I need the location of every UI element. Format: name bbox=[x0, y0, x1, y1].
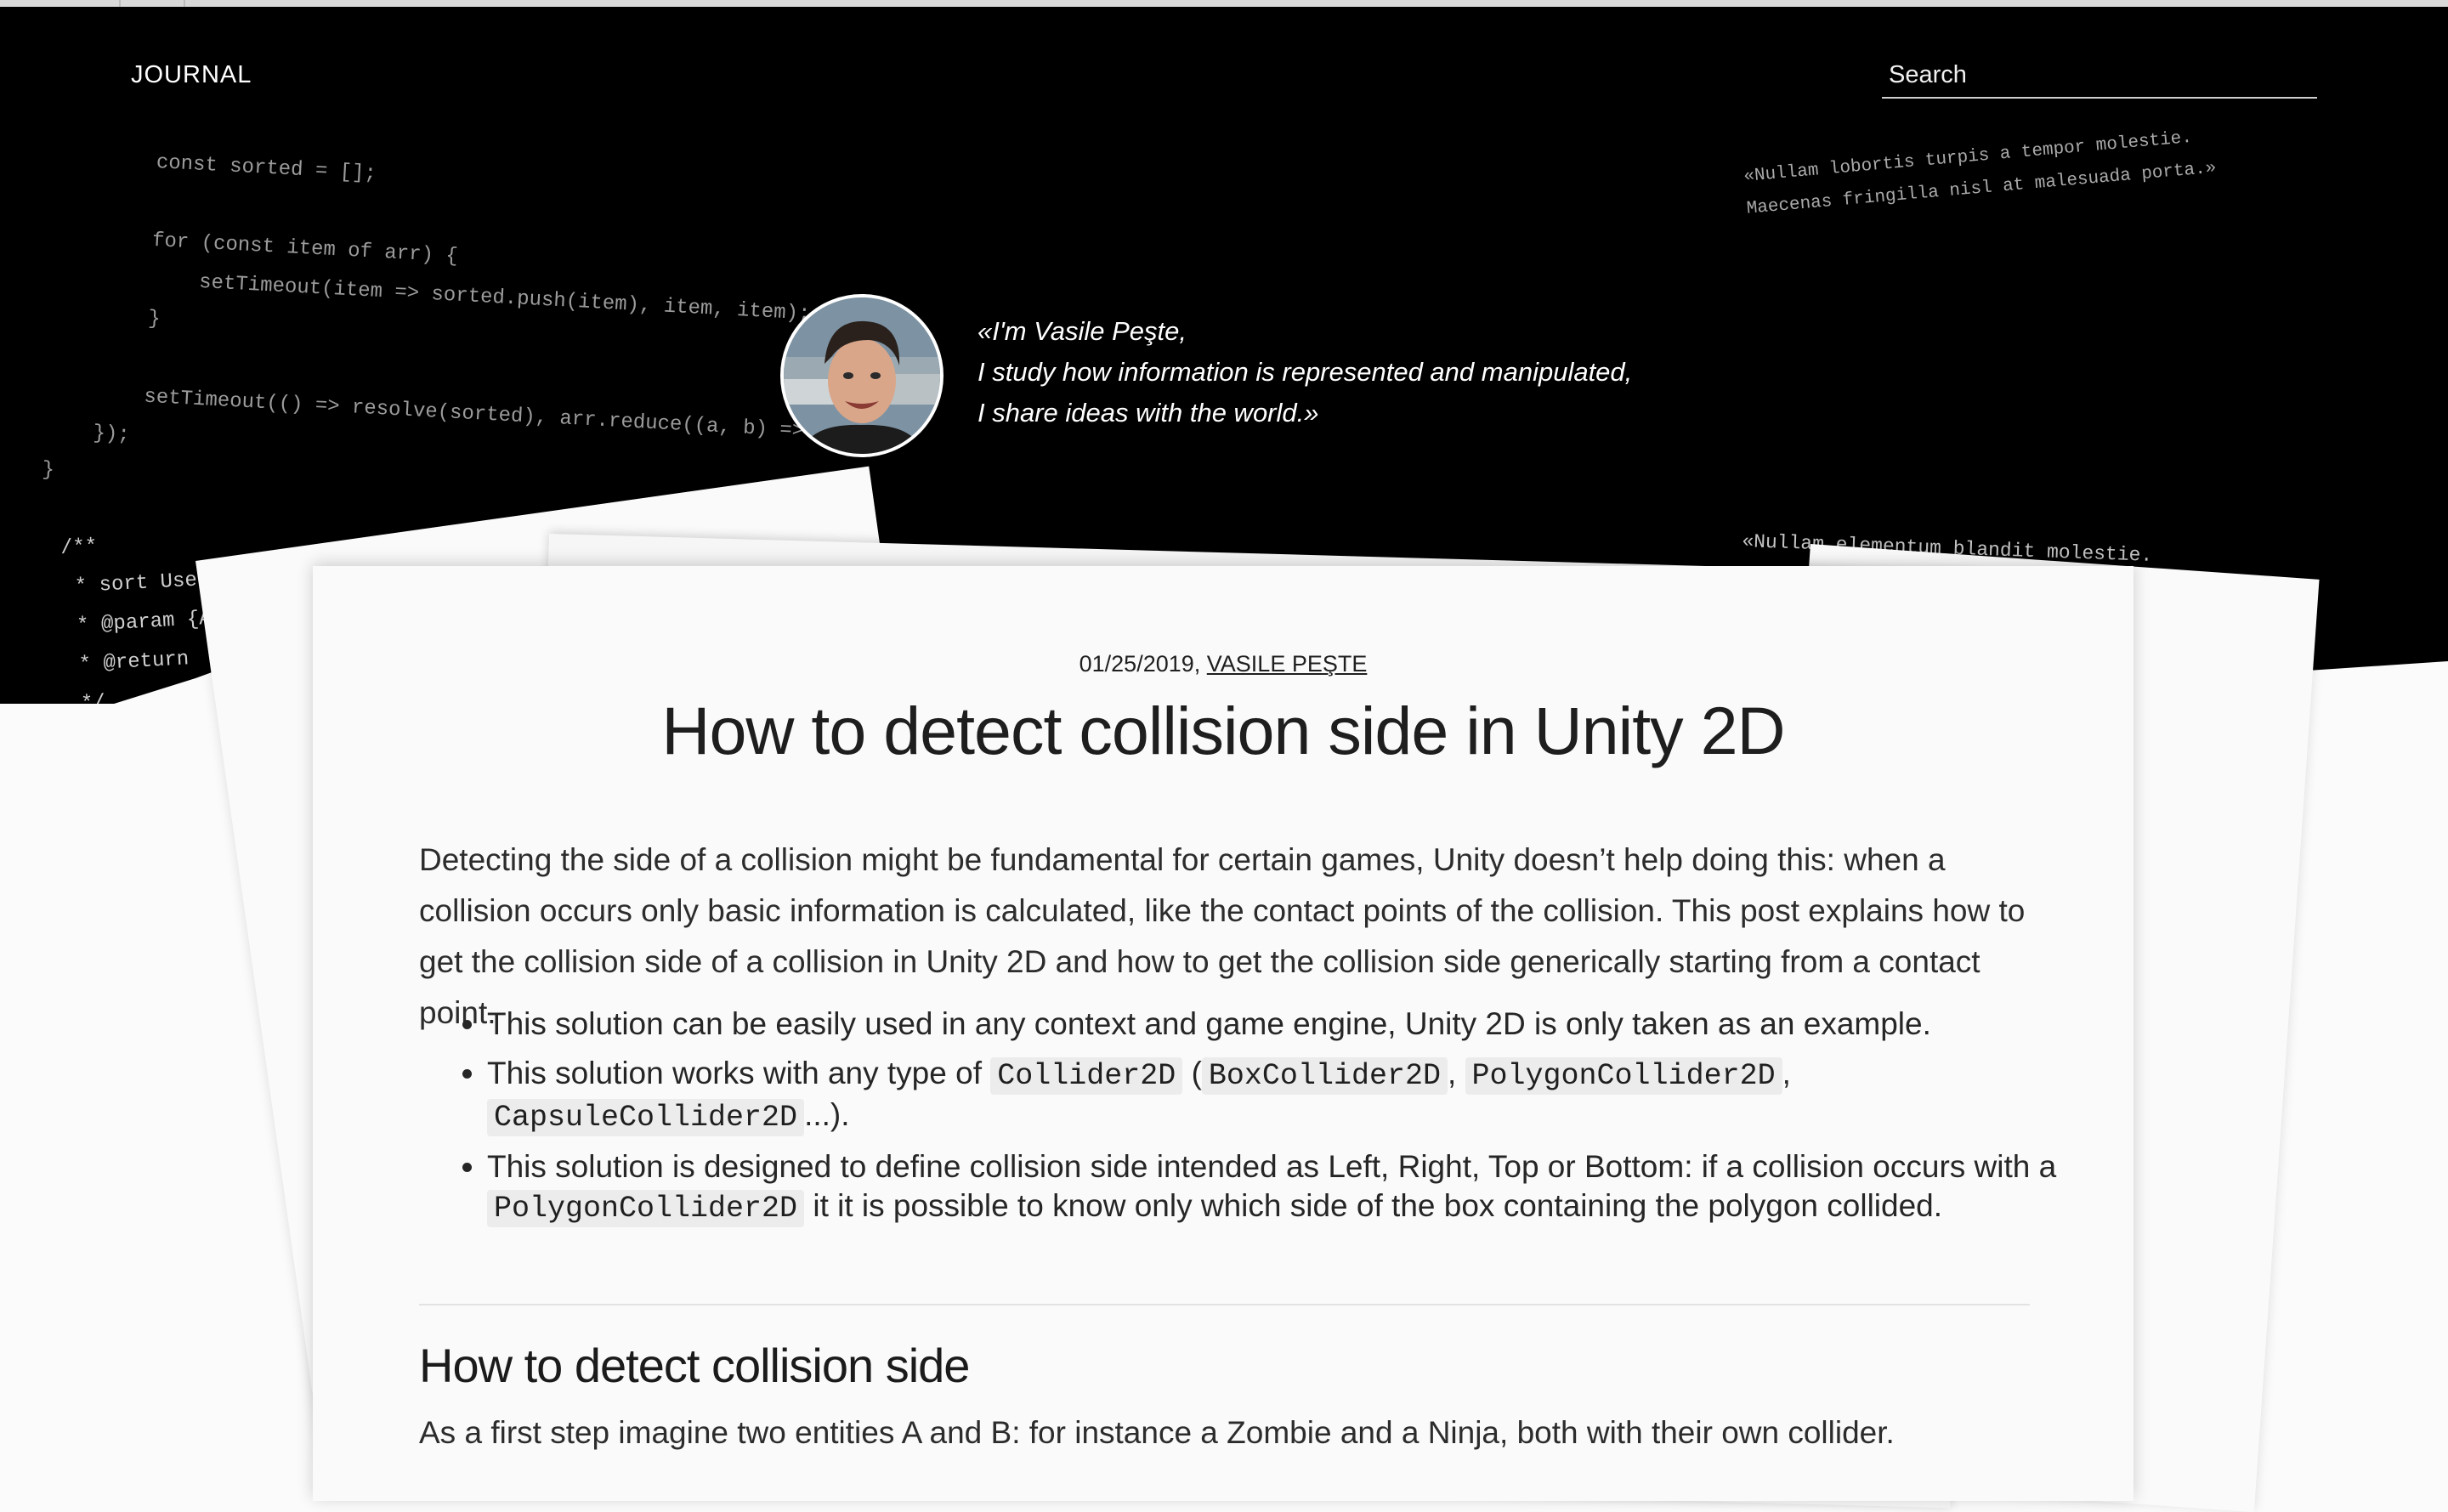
inline-code: PolygonCollider2D bbox=[487, 1190, 805, 1227]
article-title: How to detect collision side in Unity 2D bbox=[661, 693, 1785, 768]
inline-code: CapsuleCollider2D bbox=[487, 1099, 805, 1136]
article-date: 01/25/2019, bbox=[1079, 651, 1201, 677]
feature-list: This solution can be easily used in any … bbox=[419, 1005, 2094, 1238]
browser-top-strip bbox=[0, 0, 2448, 7]
list-item-text: ( bbox=[1191, 1056, 1202, 1090]
hero-quote-snippet: «Nullam lobortis turpis a tempor molesti… bbox=[1742, 127, 2218, 219]
list-item: This solution works with any type of Col… bbox=[487, 1054, 2094, 1137]
strip-segment bbox=[119, 0, 185, 7]
section-heading: How to detect collision side bbox=[419, 1339, 970, 1392]
list-item-text: , bbox=[1447, 1056, 1457, 1090]
strip-segment bbox=[0, 0, 121, 7]
hero-quote: «I'm Vasile Peşte, I study how informati… bbox=[978, 311, 1632, 433]
avatar bbox=[780, 294, 944, 457]
list-item: This solution can be easily used in any … bbox=[487, 1005, 2094, 1044]
quote-line: «I'm Vasile Peşte, bbox=[978, 316, 1187, 346]
search-input[interactable] bbox=[1882, 54, 2331, 95]
quote-line: I share ideas with the world.» bbox=[978, 398, 1319, 428]
article-paragraph: As a first step imagine two entities A a… bbox=[419, 1415, 1895, 1450]
inline-code: Collider2D bbox=[990, 1057, 1183, 1095]
list-item: This solution is designed to define coll… bbox=[487, 1147, 2094, 1228]
list-item-text: it it is possible to know only which sid… bbox=[813, 1188, 1943, 1223]
list-item-text: , bbox=[1782, 1056, 1791, 1090]
hero-code-snippet: const sorted = []; for (const item of ar… bbox=[41, 151, 812, 483]
list-item-text: This solution works with any type of bbox=[487, 1056, 982, 1090]
search-box bbox=[1882, 54, 2331, 99]
quote-line: I study how information is represented a… bbox=[978, 357, 1633, 387]
brand-link[interactable]: JOURNAL bbox=[131, 61, 252, 89]
article-meta: 01/25/2019, VASILE PEŞTE bbox=[313, 651, 2134, 677]
article-card: 01/25/2019, VASILE PEŞTE How to detect c… bbox=[313, 566, 2134, 1501]
list-item-text: ...). bbox=[804, 1097, 850, 1132]
avatar-portrait bbox=[784, 297, 940, 454]
author-link[interactable]: VASILE PEŞTE bbox=[1207, 651, 1368, 677]
section-divider bbox=[419, 1304, 2030, 1305]
inline-code: PolygonCollider2D bbox=[1465, 1057, 1782, 1095]
list-item-text: This solution is designed to define coll… bbox=[487, 1149, 2057, 1184]
inline-code: BoxCollider2D bbox=[1201, 1057, 1448, 1095]
list-item-text: This solution can be easily used in any … bbox=[487, 1006, 1931, 1041]
